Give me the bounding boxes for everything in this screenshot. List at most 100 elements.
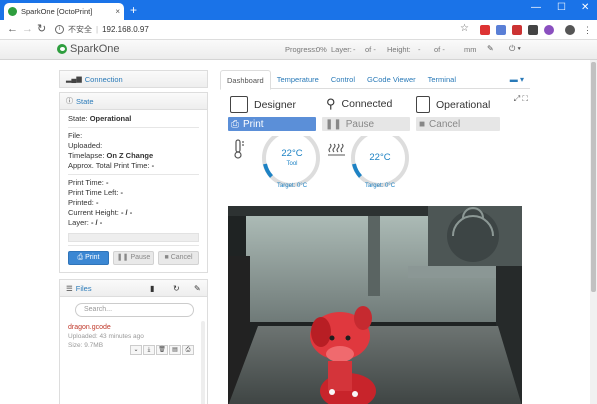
tool-temp-value: 22°C <box>281 148 302 159</box>
print-time-line: Print Time: - <box>68 178 109 187</box>
back-icon[interactable]: ← <box>7 23 18 36</box>
extension-translate-icon[interactable] <box>496 25 506 35</box>
designer-status: Designer <box>230 96 296 113</box>
cancel-button-main[interactable]: ■ Cancel <box>416 117 500 131</box>
operational-status: Operational <box>416 96 490 113</box>
connection-panel-header[interactable]: ▂▄▆ Connection <box>59 70 208 88</box>
info-icon[interactable]: i <box>55 25 64 34</box>
connected-label: Connected <box>341 98 393 110</box>
printer-designer-icon <box>230 96 248 113</box>
state-line: State: Operational <box>68 114 132 123</box>
file-line: File: <box>68 131 83 140</box>
files-panel-header[interactable]: ☰ Files ▮ ↻ ✎ <box>59 279 208 297</box>
layer-of: of - <box>365 45 376 54</box>
control-buttons: ⎙ Print ❚❚ Pause ■ Cancel <box>228 117 528 132</box>
divider <box>68 245 199 246</box>
webcam-stream <box>228 206 522 404</box>
stop-icon: ■ <box>164 254 169 261</box>
page-scrollbar-thumb[interactable] <box>591 62 596 292</box>
extension-purple-icon[interactable] <box>544 25 554 35</box>
page-scrollbar[interactable] <box>590 60 597 404</box>
designer-label: Designer <box>254 98 297 111</box>
pause-icon: ❚❚ <box>116 254 129 261</box>
files-scrollbar[interactable] <box>201 321 205 404</box>
octoprint-favicon-icon <box>8 7 17 16</box>
current-height-line: Current Height: - / - <box>68 208 133 217</box>
wrench-icon[interactable]: ✎ <box>194 284 201 293</box>
minimize-icon[interactable]: — <box>531 2 541 13</box>
load-icon[interactable]: ▤ <box>169 345 181 355</box>
print-button-main[interactable]: ⎙ Print <box>228 117 316 131</box>
gauges-svg: 22°C Tool Target: 0°C 22°C Target: 0°C <box>234 129 409 189</box>
tab-terminal[interactable]: Terminal <box>422 70 462 88</box>
download-icon[interactable]: ⤓ <box>143 345 155 355</box>
progress-bar <box>68 233 199 242</box>
job-buttons: ⎙ Print ❚❚ Pause ■ Cancel <box>68 251 199 265</box>
pause-button[interactable]: ❚❚ Pause <box>113 251 154 265</box>
sidebar: ▂▄▆ Connection ⓘ State State: Operationa… <box>59 70 208 404</box>
printed-line: Printed: - <box>68 198 99 207</box>
state-panel-header[interactable]: ⓘ State <box>59 92 208 110</box>
info-circle-icon: ⓘ <box>66 98 73 105</box>
profile-avatar[interactable] <box>565 25 575 35</box>
close-window-icon[interactable]: ✕ <box>581 2 589 13</box>
browser-tab[interactable]: SparkOne [OctoPrint] × <box>4 3 124 20</box>
uploaded-line: Uploaded: <box>68 141 103 150</box>
select-file-icon[interactable]: ⌄ <box>130 345 142 355</box>
url-field[interactable]: i 不安全 | 192.168.0.97 <box>55 24 149 35</box>
extension-red-icon[interactable] <box>512 25 522 35</box>
height-value: - <box>418 45 421 54</box>
signal-icon: ▂▄▆ <box>66 76 82 83</box>
tab-control[interactable]: Control <box>325 70 361 88</box>
tool-gauge: 22°C Tool Target: 0°C <box>262 129 320 189</box>
timelapse-line: Timelapse: On Z Change <box>68 151 154 160</box>
printer-icon: ⎙ <box>231 118 239 130</box>
bookmark-star-icon[interactable]: ☆ <box>460 23 469 34</box>
refresh-icon[interactable]: ↻ <box>173 284 180 293</box>
new-tab-icon[interactable]: + <box>130 3 137 17</box>
connection-label: Connection <box>84 74 123 84</box>
tool-temp-label: Tool <box>286 161 297 167</box>
connected-status: ⚲ Connected <box>326 96 392 112</box>
power-icon[interactable]: ⏻ ▾ <box>509 44 521 54</box>
brand-name: SparkOne <box>70 43 120 55</box>
cancel-button[interactable]: ■ Cancel <box>158 251 199 265</box>
list-item[interactable]: dragon.gcode Uploaded: 43 minutes ago Si… <box>68 323 200 363</box>
divider <box>68 174 199 175</box>
reload-icon[interactable]: ↻ <box>37 23 46 36</box>
tab-dashboard[interactable]: Dashboard <box>220 70 271 90</box>
extension-dark-icon[interactable] <box>528 25 538 35</box>
settings-wrench-icon[interactable]: ✎ <box>487 44 494 53</box>
state-panel: State: Operational File: Uploaded: Timel… <box>59 110 208 273</box>
tab-temperature[interactable]: Temperature <box>271 70 325 88</box>
stop-icon: ■ <box>419 118 426 130</box>
tab-close-icon[interactable]: × <box>115 7 120 16</box>
progress-value: 0% <box>316 45 327 54</box>
tab-title: SparkOne [OctoPrint] <box>21 7 93 16</box>
browser-menu-icon[interactable]: ⋮ <box>583 24 592 37</box>
forward-icon[interactable]: → <box>22 23 33 36</box>
brand[interactable]: SparkOne <box>57 43 120 55</box>
search-input[interactable]: Search... <box>75 303 194 317</box>
delete-icon[interactable]: 🗑 <box>156 345 168 355</box>
pause-icon: ❚❚ <box>325 118 342 130</box>
tab-bar: Dashboard Temperature Control GCode View… <box>220 70 530 90</box>
pause-button-main[interactable]: ❚❚ Pause <box>322 117 410 131</box>
print-button[interactable]: ⎙ Print <box>68 251 109 265</box>
extension-abp-icon[interactable] <box>480 25 490 35</box>
tab-gcode-viewer[interactable]: GCode Viewer <box>361 70 422 88</box>
height-unit: mm <box>464 45 477 54</box>
layer-value: - <box>353 45 356 54</box>
heated-bed-icon <box>328 143 345 156</box>
tab-menu-icon[interactable]: ▬ ▾ <box>510 75 524 84</box>
operational-label: Operational <box>436 98 491 111</box>
print-file-icon[interactable]: ⎙ <box>182 345 194 355</box>
layer-label: Layer: <box>331 45 352 54</box>
files-label: Files <box>75 283 92 293</box>
maximize-icon[interactable]: ☐ <box>557 2 566 13</box>
usb-icon: ⚲ <box>326 96 336 111</box>
file-name[interactable]: dragon.gcode <box>68 323 200 332</box>
new-file-icon[interactable]: ▮ <box>150 284 154 293</box>
url-text: 192.168.0.97 <box>102 25 149 34</box>
brand-logo-icon <box>57 44 67 54</box>
